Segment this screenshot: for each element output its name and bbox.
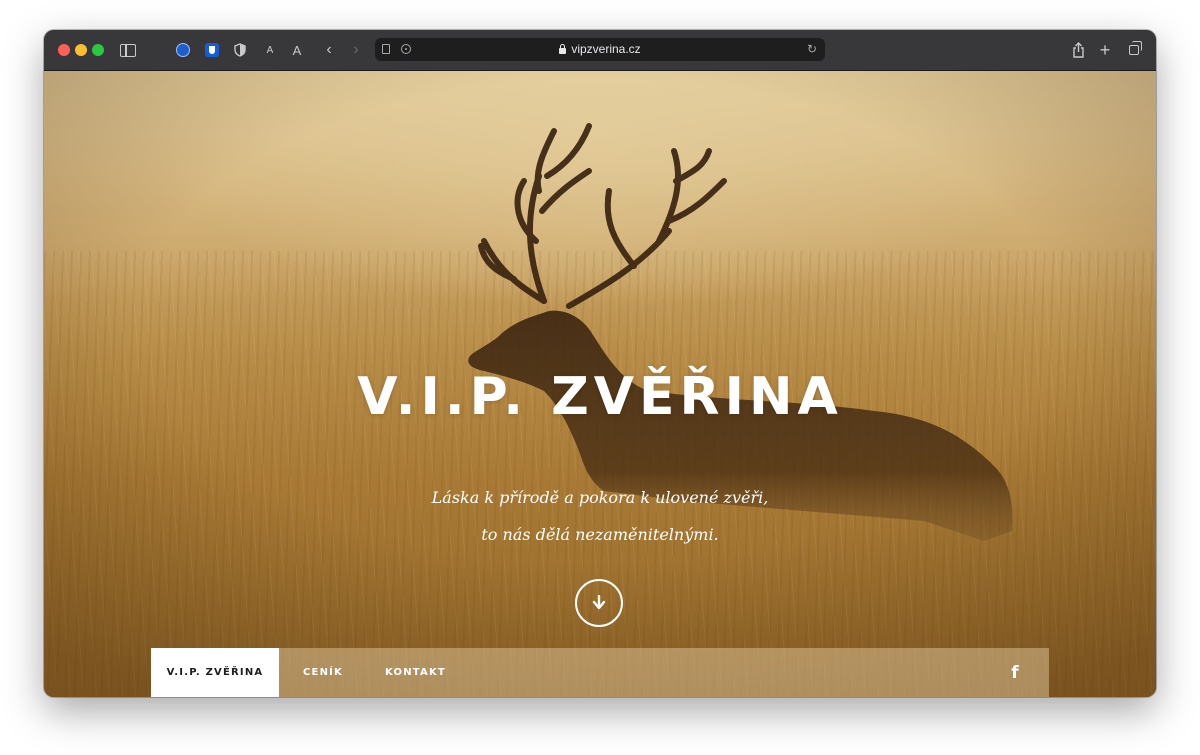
address-text[interactable]: vipzverina.cz bbox=[375, 38, 825, 61]
browser-window: A A ‹ › vipzverina.cz ↻ + V.I.P. ZVĚŘINA… bbox=[44, 30, 1156, 697]
hero-tagline-line1: Láska k přírodě a pokora k ulovené zvěři… bbox=[431, 488, 769, 507]
nav-item-home[interactable]: V.I.P. ZVĚŘINA bbox=[151, 648, 279, 697]
forward-button[interactable]: › bbox=[349, 40, 363, 60]
extension-icon[interactable] bbox=[175, 40, 191, 60]
zoom-window-button[interactable] bbox=[92, 44, 104, 56]
scroll-down-button[interactable] bbox=[575, 579, 623, 627]
hero-section: V.I.P. ZVĚŘINA Láska k přírodě a pokora … bbox=[44, 71, 1156, 697]
facebook-icon[interactable]: f bbox=[1009, 664, 1021, 682]
decrease-font-button[interactable]: A bbox=[264, 40, 276, 60]
increase-font-button[interactable]: A bbox=[290, 40, 304, 60]
reload-icon[interactable]: ↻ bbox=[805, 41, 819, 57]
shield-icon[interactable] bbox=[232, 40, 248, 60]
share-icon[interactable] bbox=[1071, 40, 1085, 60]
lock-icon bbox=[559, 44, 567, 54]
hero-tagline-line2: to nás dělá nezaměnitelnými. bbox=[481, 525, 719, 544]
plus-icon[interactable]: + bbox=[1098, 40, 1112, 60]
close-window-button[interactable] bbox=[58, 44, 70, 56]
address-bar[interactable]: vipzverina.cz ↻ bbox=[375, 38, 825, 61]
url-value: vipzverina.cz bbox=[571, 42, 641, 56]
nav-item-cenik[interactable]: CENÍK bbox=[303, 648, 343, 697]
minimize-window-button[interactable] bbox=[75, 44, 87, 56]
arrow-down-icon bbox=[592, 595, 606, 610]
browser-toolbar: A A ‹ › vipzverina.cz ↻ + bbox=[44, 30, 1156, 71]
bitwarden-icon[interactable] bbox=[204, 40, 220, 60]
hero-title: V.I.P. ZVĚŘINA bbox=[357, 367, 843, 427]
main-navigation: V.I.P. ZVĚŘINA CENÍK KONTAKT f bbox=[151, 648, 1049, 697]
sidebar-icon[interactable] bbox=[119, 40, 137, 60]
nav-item-kontakt[interactable]: KONTAKT bbox=[385, 648, 446, 697]
tabs-icon[interactable] bbox=[1126, 40, 1142, 60]
back-button[interactable]: ‹ bbox=[322, 40, 336, 60]
